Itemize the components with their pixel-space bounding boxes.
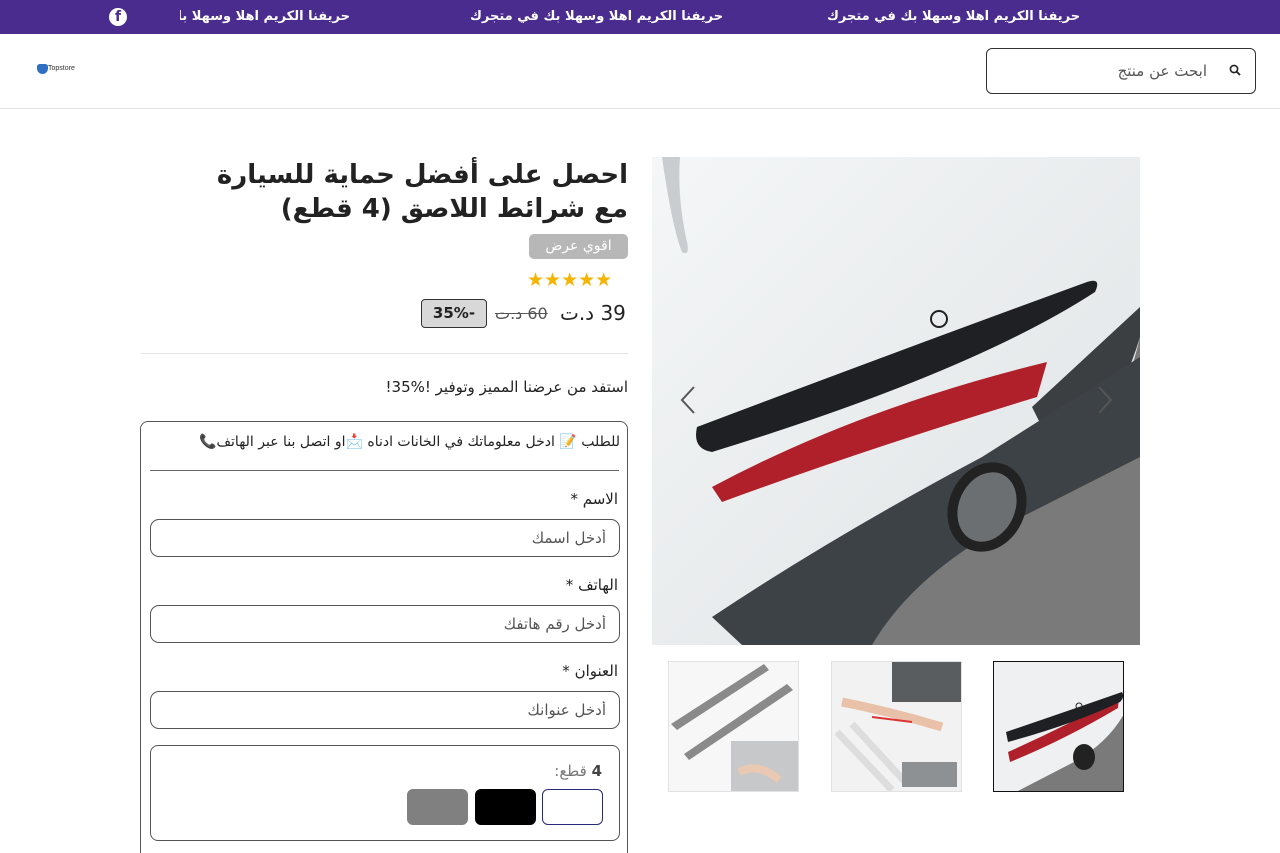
name-label: الاسم * <box>570 490 618 508</box>
gallery-next-button[interactable] <box>1092 385 1118 415</box>
form-divider <box>150 470 619 471</box>
current-price: 39 د.ت <box>560 301 626 325</box>
promo-text: استفد من عرضنا المميز وتوفير !%35! <box>385 378 628 396</box>
store-logo[interactable]: Topstore <box>27 57 99 85</box>
announcement-message: حريفنا الكريم اهلا وسهلا بك في متجرك <box>827 9 1081 24</box>
search-box[interactable] <box>986 48 1256 94</box>
offer-badge: اقوي عرض <box>529 234 628 259</box>
announcement-message: حريفنا الكريم اهلا وسهلا بك في متجرك <box>470 9 724 24</box>
variant-selector: 4 قطع: <box>150 745 620 841</box>
form-header: للطلب 📝 ادخل معلوماتك في الخانات ادناه 📩… <box>199 434 620 450</box>
divider <box>141 353 628 354</box>
rating-stars: ★★★★★ <box>527 269 613 291</box>
logo-text: Topstore <box>48 65 75 72</box>
announcement-message: حريفنا الكريم اهلا وسهلا بك <box>180 9 350 24</box>
chevron-right-icon <box>1098 386 1113 414</box>
variant-value: 4 <box>591 762 602 780</box>
swatch-white[interactable] <box>542 789 603 825</box>
logo-mark-icon <box>37 64 48 74</box>
variant-label-text: قطع: <box>554 762 587 780</box>
variant-label: 4 قطع: <box>554 761 602 781</box>
thumbnail-2[interactable] <box>831 661 962 792</box>
search-icon[interactable] <box>1229 64 1241 76</box>
name-field[interactable] <box>150 519 620 557</box>
gallery-prev-button[interactable] <box>677 385 703 415</box>
thumbnail-3[interactable] <box>993 661 1124 792</box>
announcement-bar: f حريفنا الكريم اهلا وسهلا بك حريفنا الك… <box>0 0 1280 34</box>
swatch-grey[interactable] <box>407 789 468 825</box>
phone-label: الهاتف * <box>565 576 618 594</box>
facebook-icon[interactable]: f <box>109 8 127 26</box>
discount-badge: 35%- <box>421 299 487 328</box>
address-label: العنوان * <box>562 662 618 680</box>
chevron-left-icon <box>680 386 695 414</box>
header: Topstore <box>0 34 1280 109</box>
address-field[interactable] <box>150 691 620 729</box>
search-input[interactable] <box>997 59 1207 83</box>
product-title: احصل على أفضل حماية للسيارة مع شرائط الل… <box>216 160 628 224</box>
phone-field[interactable] <box>150 605 620 643</box>
old-price: 60 د.ت <box>495 304 548 323</box>
announcement-clip: حريفنا الكريم اهلا وسهلا بك <box>180 0 350 34</box>
main-product-image <box>652 157 1140 645</box>
swatch-black[interactable] <box>475 789 536 825</box>
order-form: للطلب 📝 ادخل معلوماتك في الخانات ادناه 📩… <box>140 421 628 853</box>
thumbnail-1[interactable] <box>668 661 799 792</box>
